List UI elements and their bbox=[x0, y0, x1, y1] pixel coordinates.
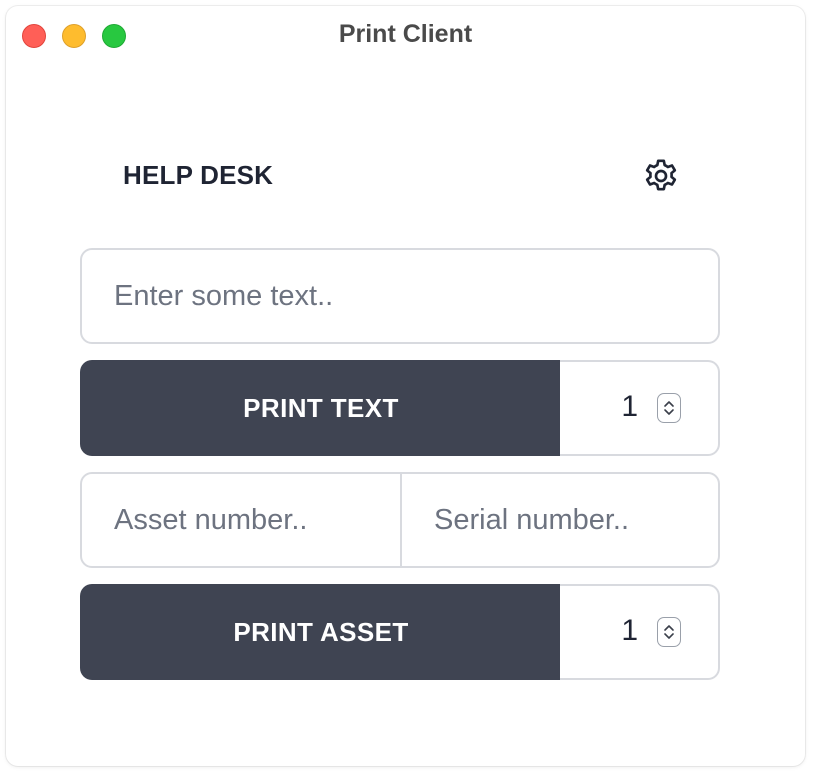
settings-button[interactable] bbox=[640, 157, 682, 199]
asset-quantity-value[interactable]: 1 bbox=[621, 614, 638, 648]
chevron-up-icon[interactable] bbox=[663, 400, 675, 408]
print-asset-button[interactable]: PRINT ASSET bbox=[80, 584, 562, 680]
chevron-up-icon[interactable] bbox=[663, 624, 675, 632]
text-input[interactable] bbox=[80, 248, 720, 344]
chevron-down-icon[interactable] bbox=[663, 408, 675, 416]
print-text-button-label: PRINT TEXT bbox=[243, 392, 399, 423]
text-quantity-spin-buttons[interactable] bbox=[657, 393, 681, 423]
asset-quantity-spin-buttons[interactable] bbox=[657, 617, 681, 647]
window-title: Print Client bbox=[338, 20, 473, 48]
chevron-down-icon[interactable] bbox=[663, 632, 675, 640]
gear-icon bbox=[641, 156, 681, 201]
print-text-button[interactable]: PRINT TEXT bbox=[80, 360, 562, 456]
asset-quantity-stepper[interactable]: 1 bbox=[560, 584, 720, 680]
title-bar[interactable]: Print Client bbox=[6, 6, 805, 62]
asset-number-input[interactable] bbox=[80, 472, 402, 568]
print-asset-button-label: PRINT ASSET bbox=[233, 616, 409, 647]
text-quantity-value[interactable]: 1 bbox=[621, 390, 638, 424]
text-quantity-stepper[interactable]: 1 bbox=[560, 360, 720, 456]
serial-number-input[interactable] bbox=[400, 472, 720, 568]
help-desk-label: HELP DESK bbox=[123, 160, 274, 190]
